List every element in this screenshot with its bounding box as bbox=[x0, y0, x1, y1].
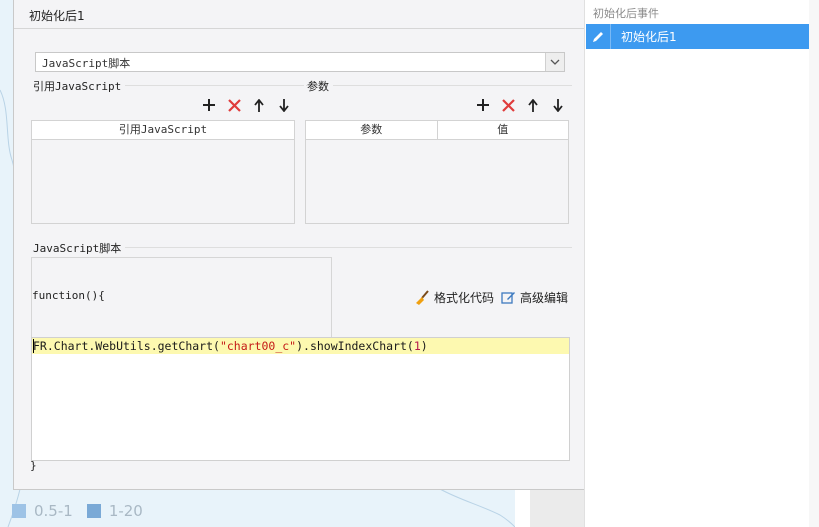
event-list-panel: 初始化后事件 初始化后1 bbox=[584, 0, 819, 527]
code-suffix: ) bbox=[420, 339, 428, 353]
param-section-title: 参数 bbox=[307, 78, 333, 94]
add-icon[interactable] bbox=[200, 96, 218, 114]
arrow-down-icon[interactable] bbox=[275, 96, 293, 114]
script-type-value: JavaScript脚本 bbox=[42, 57, 131, 70]
legend-label-1: 1-20 bbox=[108, 502, 143, 520]
column-header-param[interactable]: 参数 bbox=[306, 121, 438, 139]
code-middle: ).showIndexChart( bbox=[296, 339, 414, 353]
event-editor-dialog: 初始化后1 JavaScript脚本 引用JavaScript 参数 引用Jav… bbox=[13, 0, 585, 490]
event-list-item[interactable]: 初始化后1 bbox=[586, 24, 809, 49]
param-table[interactable]: 参数 值 bbox=[305, 120, 569, 224]
ref-js-table[interactable]: 引用JavaScript bbox=[31, 120, 295, 224]
param-table-header: 参数 值 bbox=[306, 121, 568, 140]
broom-icon bbox=[416, 289, 429, 305]
code-number-arg: 1 bbox=[413, 339, 421, 353]
arrow-down-icon[interactable] bbox=[549, 96, 567, 114]
ref-js-table-header: 引用JavaScript bbox=[32, 121, 294, 140]
legend-label-0: 0.5-1 bbox=[34, 502, 73, 520]
advanced-edit-button[interactable]: 高级编辑 bbox=[501, 289, 568, 306]
column-header-ref-js[interactable]: 引用JavaScript bbox=[32, 121, 294, 139]
script-type-select[interactable]: JavaScript脚本 bbox=[35, 52, 565, 72]
code-string-arg: "chart00_c" bbox=[219, 339, 297, 353]
format-code-label: 格式化代码 bbox=[434, 291, 495, 305]
text-cursor bbox=[33, 339, 34, 353]
legend-swatch-0 bbox=[12, 504, 26, 518]
arrow-up-icon[interactable] bbox=[250, 96, 268, 114]
ref-section-title: 引用JavaScript bbox=[33, 78, 126, 94]
column-header-value[interactable]: 值 bbox=[438, 121, 569, 139]
param-toolbar bbox=[474, 96, 567, 114]
dialog-tab-title: 初始化后1 bbox=[29, 9, 85, 23]
edit-icon bbox=[501, 292, 515, 304]
code-prefix: FR.Chart.WebUtils.getChart( bbox=[33, 339, 220, 353]
add-icon[interactable] bbox=[474, 96, 492, 114]
delete-icon[interactable] bbox=[225, 96, 243, 114]
map-legend: 0.5-1 1-20 bbox=[12, 502, 149, 520]
ref-toolbar bbox=[200, 96, 293, 114]
advanced-edit-label: 高级编辑 bbox=[520, 291, 569, 305]
arrow-up-icon[interactable] bbox=[524, 96, 542, 114]
code-editor[interactable]: FR.Chart.WebUtils.getChart("chart00_c").… bbox=[31, 337, 570, 461]
scrollbar[interactable] bbox=[809, 0, 819, 527]
code-line-1[interactable]: FR.Chart.WebUtils.getChart("chart00_c").… bbox=[33, 339, 428, 353]
function-close: } bbox=[30, 459, 37, 472]
legend-swatch-1 bbox=[86, 504, 101, 518]
param-separator bbox=[306, 85, 572, 86]
script-section-title: JavaScript脚本 bbox=[33, 240, 126, 256]
delete-icon[interactable] bbox=[499, 96, 517, 114]
event-list-title: 初始化后事件 bbox=[593, 7, 659, 20]
function-open: function(){ bbox=[32, 289, 105, 302]
event-list-item-label: 初始化后1 bbox=[621, 30, 677, 44]
dialog-tab[interactable]: 初始化后1 bbox=[14, 0, 584, 29]
format-code-button[interactable]: 格式化代码 bbox=[414, 289, 494, 306]
chevron-down-icon[interactable] bbox=[545, 53, 564, 71]
pencil-icon[interactable] bbox=[586, 24, 611, 49]
